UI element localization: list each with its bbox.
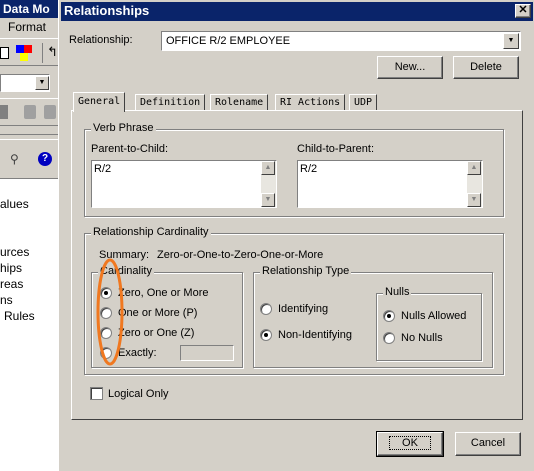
tab-rolename[interactable]: Rolename <box>210 94 269 110</box>
vertical-scrollbar[interactable]: ▲ ▼ <box>467 161 482 207</box>
background-slider[interactable] <box>0 134 58 140</box>
scroll-down-icon[interactable]: ▼ <box>261 193 275 207</box>
close-icon: ✕ <box>518 4 528 16</box>
relationship-select-value: OFFICE R/2 EMPLOYEE <box>166 35 291 47</box>
annotation-ellipse-shape <box>96 258 124 366</box>
lock-icon[interactable] <box>24 105 36 119</box>
tab-definition[interactable]: Definition <box>135 94 206 110</box>
toolbar-row-3: ⚲ ? <box>0 148 60 174</box>
parent-to-child-value: R/2 <box>94 163 112 175</box>
list-item[interactable]: urces <box>0 245 29 259</box>
scroll-up-icon[interactable]: ▲ <box>467 161 481 175</box>
summary-value: Zero-or-One-to-Zero-One-or-More <box>157 249 324 261</box>
scroll-down-icon[interactable]: ▼ <box>467 193 481 207</box>
relationship-type-group: Relationship Type Identifying Non-Identi… <box>253 265 493 368</box>
list-item[interactable]: alues <box>0 197 29 211</box>
delete-button[interactable]: Delete <box>453 56 519 79</box>
relationship-label: Relationship: <box>69 34 133 46</box>
exactly-input[interactable] <box>180 345 234 361</box>
annotation-ellipse <box>96 258 124 366</box>
list-item[interactable]: Rules <box>4 309 35 323</box>
radio-icon <box>383 332 395 344</box>
background-menu-format[interactable]: Format <box>8 20 46 34</box>
child-to-parent-field[interactable]: R/2 ▲ ▼ <box>297 160 483 208</box>
background-list: alues urces hips reas ns Rules <box>0 178 60 471</box>
nulls-group: Nulls Nulls Allowed No Nulls <box>376 286 482 361</box>
list-item[interactable]: ns <box>0 293 13 307</box>
chevron-down-icon[interactable]: ▼ <box>503 33 519 49</box>
toolbar-row-1: ↰ <box>0 38 60 66</box>
ok-button[interactable]: OK <box>376 431 444 457</box>
tab-udp[interactable]: UDP <box>349 94 378 110</box>
relationship-type-legend: Relationship Type <box>260 265 352 277</box>
parent-to-child-label: Parent-to-Child: <box>91 143 169 155</box>
new-button[interactable]: New... <box>377 56 443 79</box>
pointer-icon[interactable]: ↰ <box>47 45 58 59</box>
radio-selected-icon <box>383 310 395 322</box>
tool-icon[interactable] <box>0 105 8 119</box>
color-palette-icon[interactable] <box>16 45 32 61</box>
close-button[interactable]: ✕ <box>515 4 531 18</box>
verb-phrase-legend: Verb Phrase <box>91 122 156 134</box>
list-item[interactable]: hips <box>0 261 22 275</box>
background-dropdown[interactable]: ▼ <box>0 74 50 92</box>
dialog-titlebar: Relationships ✕ <box>61 2 533 21</box>
unlock-icon[interactable] <box>44 105 56 119</box>
radio-selected-icon <box>260 329 272 341</box>
child-to-parent-value: R/2 <box>300 163 318 175</box>
dialog-title: Relationships <box>64 3 150 18</box>
logical-only-label: Logical Only <box>108 388 169 400</box>
background-window: Data Mo Format ↰ ▼ ⚲ ? alues urces hips … <box>0 0 60 471</box>
relationship-select[interactable]: OFFICE R/2 EMPLOYEE ▼ <box>161 31 521 51</box>
radio-icon <box>260 303 272 315</box>
grid-icon[interactable] <box>0 47 9 59</box>
scroll-up-icon[interactable]: ▲ <box>261 161 275 175</box>
background-title: Data Mo <box>3 2 50 16</box>
cancel-button[interactable]: Cancel <box>455 432 521 456</box>
vertical-scrollbar[interactable]: ▲ ▼ <box>261 161 276 207</box>
zoom-icon[interactable]: ⚲ <box>10 152 19 166</box>
checkbox-icon <box>90 387 103 400</box>
tab-general[interactable]: General <box>73 92 126 112</box>
nulls-legend: Nulls <box>383 286 412 298</box>
list-item[interactable]: reas <box>0 277 23 291</box>
relationship-cardinality-legend: Relationship Cardinality <box>91 226 211 238</box>
tab-page-general: Verb Phrase Parent-to-Child: R/2 ▲ ▼ Chi… <box>71 110 523 420</box>
toolbar-row-2 <box>0 98 60 126</box>
relationships-dialog: Relationships ✕ Relationship: OFFICE R/2… <box>58 0 534 471</box>
tab-ri-actions[interactable]: RI Actions <box>275 94 346 110</box>
background-titlebar: Data Mo <box>0 0 60 18</box>
child-to-parent-label: Child-to-Parent: <box>297 143 375 155</box>
parent-to-child-field[interactable]: R/2 ▲ ▼ <box>91 160 277 208</box>
help-icon[interactable]: ? <box>38 152 52 166</box>
verb-phrase-group: Verb Phrase Parent-to-Child: R/2 ▲ ▼ Chi… <box>84 122 504 217</box>
relationship-cardinality-group: Relationship Cardinality Summary: Zero-o… <box>84 226 504 375</box>
chevron-down-icon[interactable]: ▼ <box>35 76 49 90</box>
